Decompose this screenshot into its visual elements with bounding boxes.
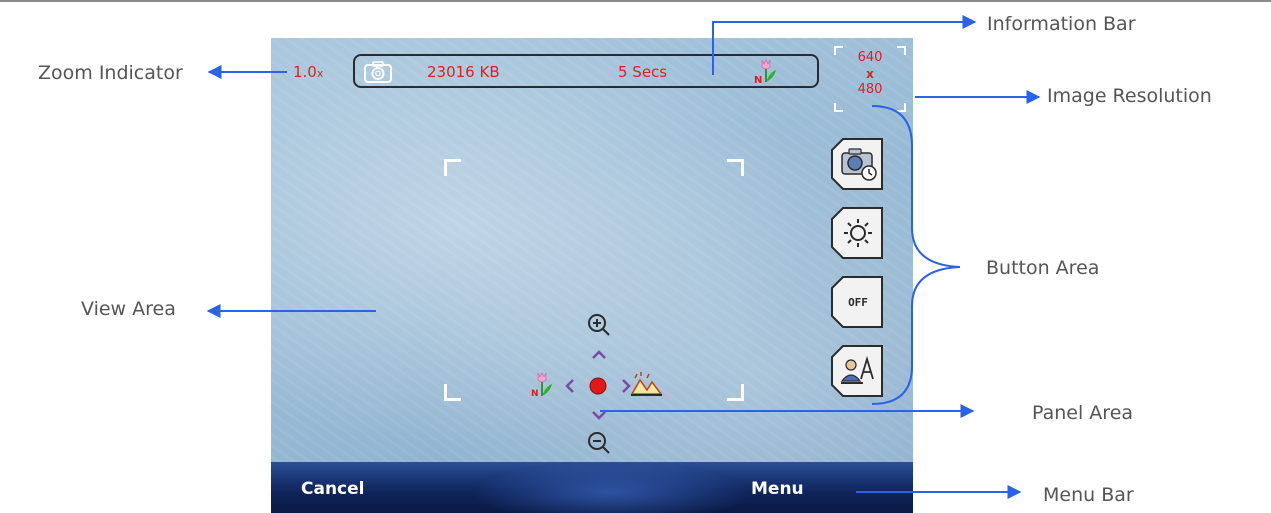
arrow-information-bar xyxy=(712,15,977,75)
brace-button-area xyxy=(871,105,961,405)
callout-arrows xyxy=(206,15,1041,499)
